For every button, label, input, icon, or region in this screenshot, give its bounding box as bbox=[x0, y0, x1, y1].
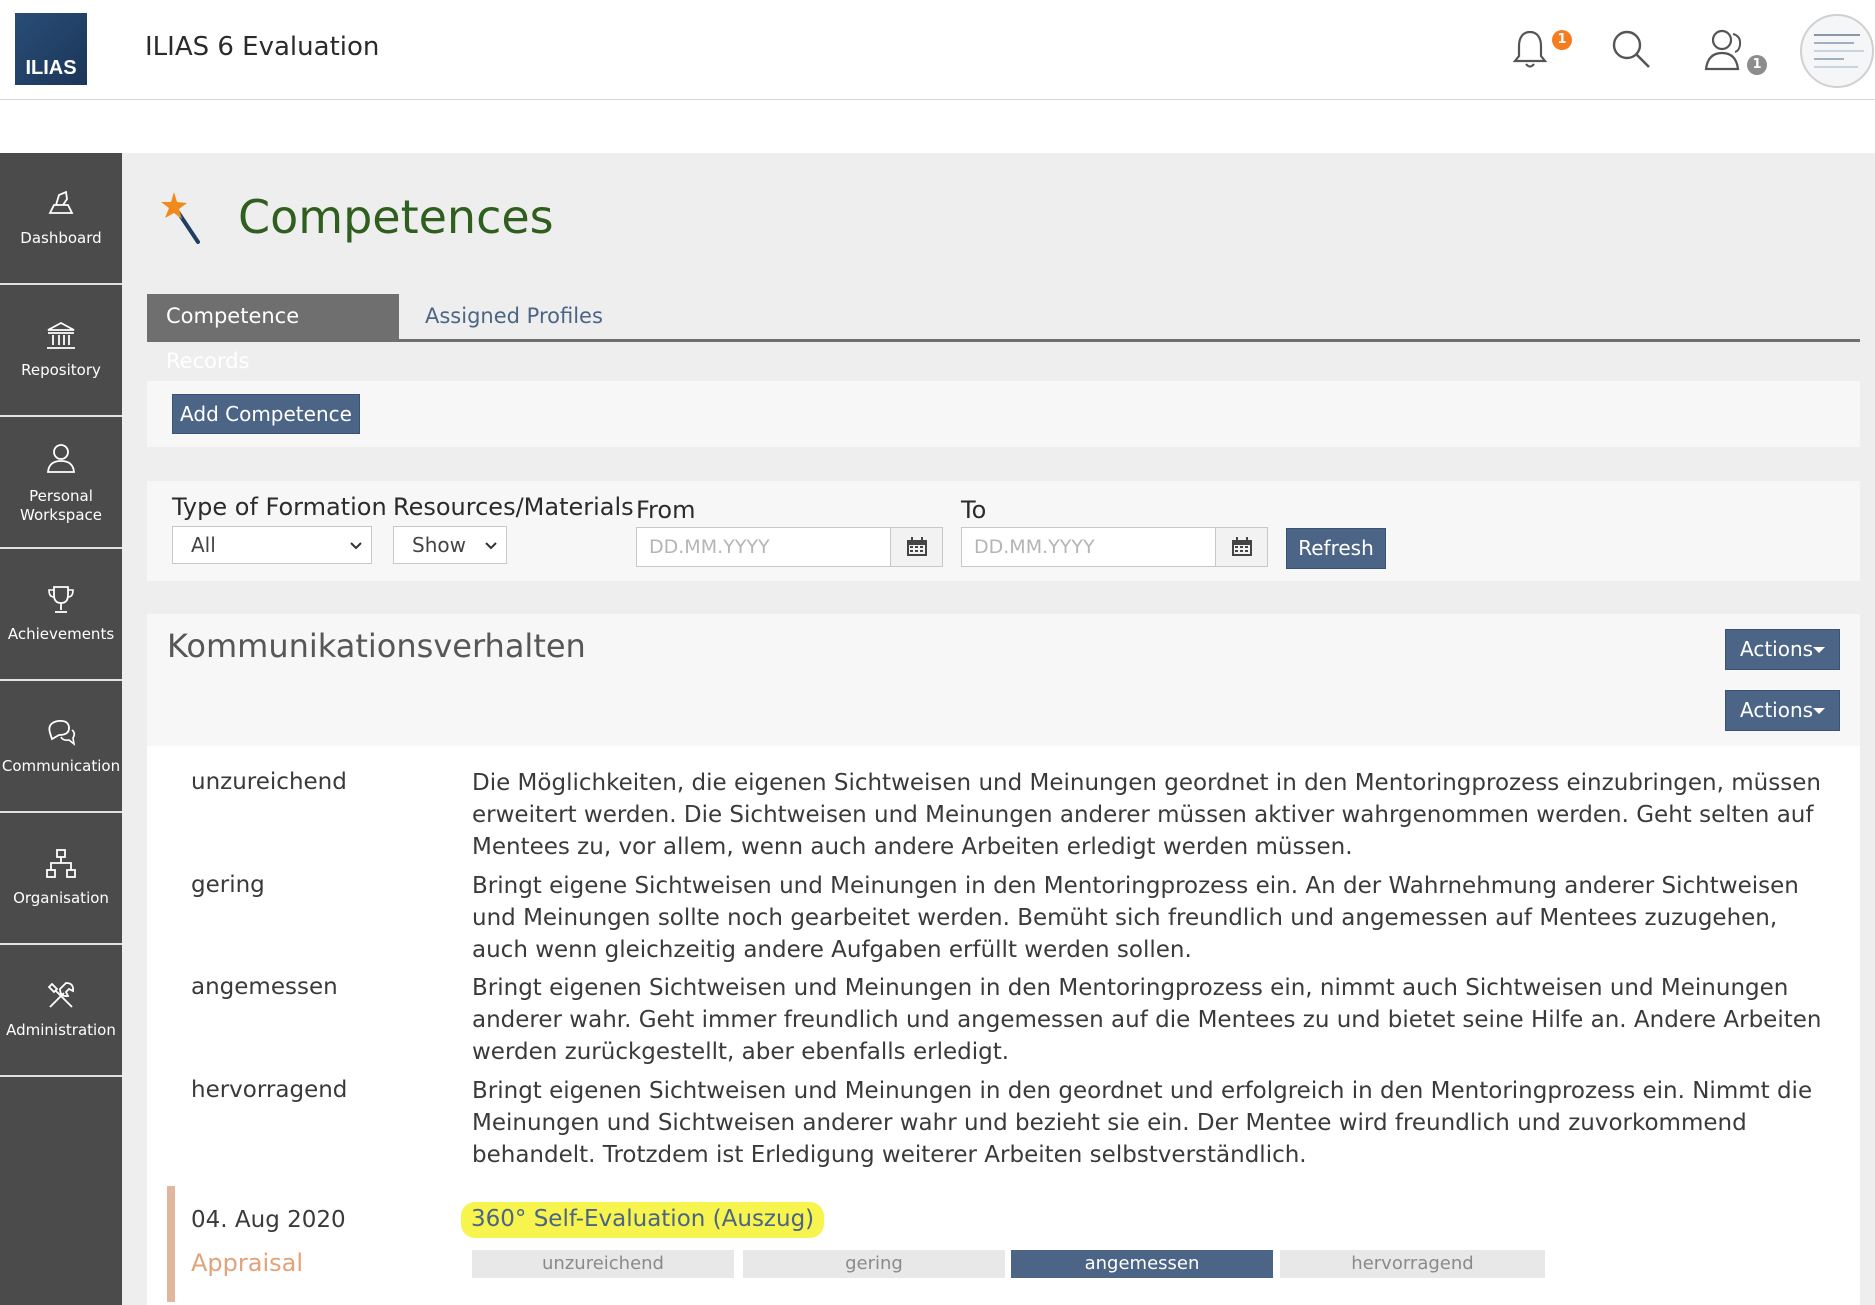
top-bar: ILIAS ILIAS 6 Evaluation 1 1 bbox=[0, 0, 1875, 100]
sidebar-item-dashboard[interactable]: Dashboard bbox=[0, 153, 122, 285]
caret-down-icon bbox=[1813, 708, 1825, 714]
actions-button[interactable]: Actions bbox=[1725, 629, 1840, 670]
sidebar-item-repository[interactable]: Repository bbox=[0, 285, 122, 417]
trophy-icon bbox=[48, 586, 74, 613]
scale-step: unzureichend bbox=[472, 1250, 734, 1278]
from-calendar-button[interactable] bbox=[890, 527, 943, 567]
ilias-logo[interactable]: ILIAS bbox=[15, 13, 87, 85]
sidebar-label-communication: Communication bbox=[1, 757, 121, 775]
add-competence-button[interactable]: Add Competence bbox=[172, 394, 360, 434]
to-date-input[interactable]: DD.MM.YYYY bbox=[961, 527, 1217, 567]
actions-label: Actions bbox=[1740, 637, 1814, 661]
contacts-badge: 1 bbox=[1747, 55, 1767, 75]
main-sidebar: Dashboard Repository Personal Workspace … bbox=[0, 153, 122, 1305]
to-label: To bbox=[961, 496, 987, 524]
sidebar-label-achievements: Achievements bbox=[7, 625, 115, 643]
level-name: unzureichend bbox=[191, 769, 347, 795]
org-chart-icon bbox=[46, 849, 76, 878]
magic-wand-icon bbox=[161, 192, 200, 244]
level-description: Bringt eigenen Sichtweisen und Meinungen… bbox=[472, 1078, 1813, 1168]
level-description: Die Möglichkeiten, die eigenen Sichtweis… bbox=[472, 770, 1821, 860]
sidebar-item-organisation[interactable]: Organisation bbox=[0, 813, 122, 945]
competence-title: Kommunikationsverhalten bbox=[167, 627, 586, 665]
contacts-icon[interactable] bbox=[1700, 24, 1750, 74]
notification-badge: 1 bbox=[1552, 30, 1572, 50]
calendar-icon bbox=[907, 537, 927, 556]
record-date: 04. Aug 2020 bbox=[191, 1207, 346, 1233]
chat-icon bbox=[48, 719, 76, 746]
sidebar-item-administration[interactable]: Administration bbox=[0, 945, 122, 1077]
sidebar-label-repository: Repository bbox=[21, 361, 101, 379]
caret-down-icon bbox=[1813, 647, 1825, 653]
sidebar-label-organisation: Organisation bbox=[13, 889, 109, 907]
sidebar-item-personal-workspace[interactable]: Personal Workspace bbox=[0, 417, 122, 549]
tools-icon bbox=[47, 982, 75, 1008]
tabs-underline bbox=[147, 339, 1860, 342]
level-description: Bringt eigene Sichtweisen und Meinungen … bbox=[472, 873, 1799, 963]
sidebar-label-personal-workspace: Personal Workspace bbox=[20, 487, 102, 524]
chevron-down-icon bbox=[485, 542, 497, 550]
sidebar-item-communication[interactable]: Communication bbox=[0, 681, 122, 813]
page-title: Competences bbox=[238, 190, 554, 244]
app-title: ILIAS 6 Evaluation bbox=[145, 32, 380, 62]
type-of-formation-label: Type of Formation bbox=[172, 493, 387, 521]
dashboard-icon bbox=[48, 190, 74, 214]
person-icon bbox=[47, 444, 75, 473]
record-type: Appraisal bbox=[191, 1249, 304, 1277]
record-source-link[interactable]: 360° Self-Evaluation (Auszug) bbox=[461, 1202, 825, 1238]
logo-text: ILIAS bbox=[25, 57, 77, 79]
level-name: gering bbox=[191, 872, 265, 898]
scale-step: gering bbox=[743, 1250, 1005, 1278]
record-indicator bbox=[167, 1186, 175, 1302]
resources-materials-select[interactable]: Show bbox=[393, 526, 507, 564]
calendar-icon bbox=[1232, 537, 1252, 556]
resources-materials-label: Resources/Materials bbox=[393, 493, 634, 521]
from-date-input[interactable]: DD.MM.YYYY bbox=[636, 527, 892, 567]
refresh-button[interactable]: Refresh bbox=[1286, 528, 1386, 569]
chevron-down-icon bbox=[350, 542, 362, 550]
from-label: From bbox=[636, 496, 696, 524]
sidebar-label-dashboard: Dashboard bbox=[20, 229, 102, 247]
scale-step-selected: angemessen bbox=[1011, 1250, 1273, 1278]
tab-competence-records[interactable]: Competence Records bbox=[147, 294, 399, 373]
actions-label: Actions bbox=[1740, 698, 1814, 722]
sidebar-item-achievements[interactable]: Achievements bbox=[0, 549, 122, 681]
to-calendar-button[interactable] bbox=[1215, 527, 1268, 567]
level-description: Bringt eigenen Sichtweisen und Meinungen… bbox=[472, 975, 1822, 1065]
actions-button-secondary[interactable]: Actions bbox=[1725, 690, 1840, 731]
sidebar-label-administration: Administration bbox=[6, 1021, 116, 1039]
repository-icon bbox=[47, 321, 75, 349]
avatar[interactable] bbox=[1800, 14, 1874, 88]
toolbar-panel bbox=[147, 381, 1860, 447]
level-name: hervorragend bbox=[191, 1077, 348, 1103]
resources-materials-value: Show bbox=[412, 533, 466, 557]
type-of-formation-value: All bbox=[191, 533, 216, 557]
search-icon[interactable] bbox=[1605, 24, 1655, 74]
scale-step: hervorragend bbox=[1280, 1250, 1545, 1278]
tab-assigned-profiles[interactable]: Assigned Profiles bbox=[406, 294, 622, 339]
type-of-formation-select[interactable]: All bbox=[172, 526, 372, 564]
bell-icon[interactable] bbox=[1505, 24, 1555, 74]
level-name: angemessen bbox=[191, 974, 338, 1000]
